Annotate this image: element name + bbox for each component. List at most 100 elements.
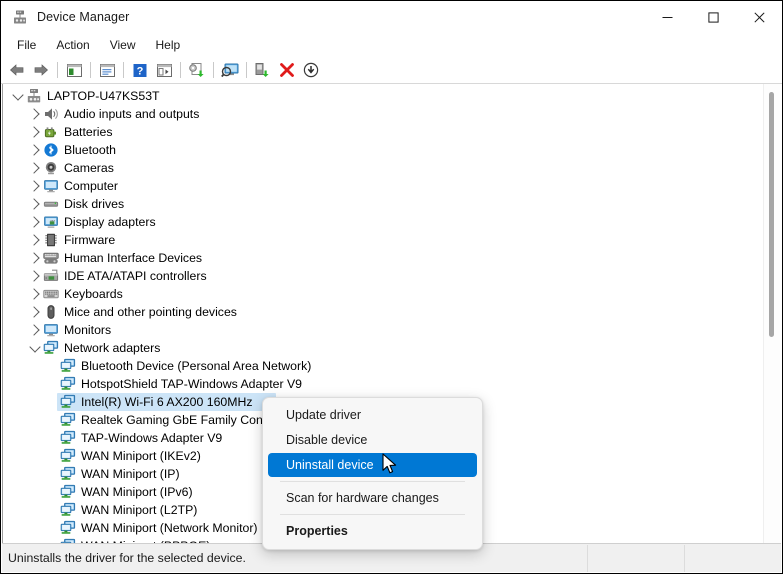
- tree-twisty-closed[interactable]: [27, 141, 43, 159]
- tree-row-label: Firmware: [64, 233, 119, 247]
- minimize-button[interactable]: [644, 1, 690, 33]
- device-manager-icon: [12, 9, 28, 25]
- tree-row-label: Human Interface Devices: [64, 251, 206, 265]
- disk-drive-icon: [43, 196, 59, 212]
- tree-twisty-closed[interactable]: [27, 213, 43, 231]
- tree-twisty-closed[interactable]: [27, 285, 43, 303]
- tree-row[interactable]: Disk drives: [3, 195, 764, 213]
- tree-row-label: Audio inputs and outputs: [64, 107, 203, 121]
- tree-row-label: HotspotShield TAP-Windows Adapter V9: [81, 377, 306, 391]
- computer-root-icon: [26, 88, 42, 104]
- tree-row[interactable]: IDE ATA/ATAPI controllers: [3, 267, 764, 285]
- tree-twisty-closed[interactable]: [27, 123, 43, 141]
- back-icon[interactable]: [5, 59, 29, 81]
- toolbar-separator: [213, 62, 214, 78]
- keyboard-icon: [43, 286, 59, 302]
- tree-twisty-closed[interactable]: [27, 105, 43, 123]
- context-menu-item[interactable]: Uninstall device: [268, 453, 477, 477]
- uninstall-device-icon[interactable]: [275, 59, 299, 81]
- tree-row-label: Monitors: [64, 323, 115, 337]
- tree-twisty-closed[interactable]: [27, 177, 43, 195]
- toolbar-separator: [246, 62, 247, 78]
- tree-row[interactable]: Batteries: [3, 123, 764, 141]
- tree-row-label: WAN Miniport (L2TP): [81, 503, 201, 517]
- tree-twisty-closed[interactable]: [27, 231, 43, 249]
- menu-help[interactable]: Help: [146, 35, 191, 55]
- vertical-scrollbar[interactable]: [763, 84, 780, 544]
- tree-twisty-open[interactable]: [27, 339, 43, 357]
- tree-row-label: WAN Miniport (Network Monitor): [81, 521, 262, 535]
- show-hide-console-tree-icon[interactable]: [62, 59, 86, 81]
- tree-twisty-placeholder: [44, 447, 60, 465]
- tree-twisty-closed[interactable]: [27, 249, 43, 267]
- close-button[interactable]: [736, 1, 782, 33]
- tree-row-label: Bluetooth Device (Personal Area Network): [81, 359, 315, 373]
- tree-twisty-placeholder: [44, 411, 60, 429]
- tree-row[interactable]: LAPTOP-U47KS53T: [3, 87, 764, 105]
- tree-row-label: WAN Miniport (IPv6): [81, 485, 197, 499]
- network-adapter-icon: [60, 376, 76, 392]
- tree-row[interactable]: Bluetooth: [3, 141, 764, 159]
- menu-action[interactable]: Action: [46, 35, 99, 55]
- title-bar: Device Manager: [1, 1, 782, 33]
- tree-row[interactable]: Computer: [3, 177, 764, 195]
- toolbar: ?: [1, 57, 782, 84]
- tree-row-label: IDE ATA/ATAPI controllers: [64, 269, 211, 283]
- tree-twisty-placeholder: [44, 465, 60, 483]
- tree-row-label: Disk drives: [64, 197, 128, 211]
- monitor-icon: [43, 322, 59, 338]
- network-adapter-icon: [60, 448, 76, 464]
- scan-for-hardware-changes-icon[interactable]: [218, 59, 242, 81]
- device-manager-window: Device Manager File Action View Help: [0, 0, 783, 574]
- tree-twisty-closed[interactable]: [27, 159, 43, 177]
- toolbar-separator: [57, 62, 58, 78]
- maximize-button[interactable]: [690, 1, 736, 33]
- context-menu-item[interactable]: Disable device: [268, 428, 477, 452]
- disable-device-icon[interactable]: [299, 59, 323, 81]
- view-icon[interactable]: [152, 59, 176, 81]
- properties-icon[interactable]: [95, 59, 119, 81]
- network-adapter-icon: [60, 484, 76, 500]
- tree-row[interactable]: Display adapters: [3, 213, 764, 231]
- tree-twisty-placeholder: [44, 429, 60, 447]
- window-controls: [644, 1, 782, 33]
- tree-twisty-closed[interactable]: [27, 267, 43, 285]
- help-icon[interactable]: ?: [128, 59, 152, 81]
- tree-row[interactable]: Network adapters: [3, 339, 764, 357]
- tree-row[interactable]: Keyboards: [3, 285, 764, 303]
- update-driver-icon[interactable]: [185, 59, 209, 81]
- tree-row[interactable]: Bluetooth Device (Personal Area Network): [3, 357, 764, 375]
- tree-twisty-placeholder: [44, 519, 60, 537]
- tree-row[interactable]: Mice and other pointing devices: [3, 303, 764, 321]
- tree-row[interactable]: HotspotShield TAP-Windows Adapter V9: [3, 375, 764, 393]
- tree-twisty-open[interactable]: [10, 87, 26, 105]
- tree-row[interactable]: Human Interface Devices: [3, 249, 764, 267]
- tree-twisty-closed[interactable]: [27, 195, 43, 213]
- window-title: Device Manager: [37, 10, 129, 24]
- tree-row[interactable]: Monitors: [3, 321, 764, 339]
- context-menu[interactable]: Update driverDisable deviceUninstall dev…: [262, 397, 483, 550]
- network-adapter-icon: [60, 394, 76, 410]
- tree-twisty-closed[interactable]: [27, 321, 43, 339]
- scrollbar-thumb[interactable]: [769, 92, 774, 337]
- tree-row[interactable]: Firmware: [3, 231, 764, 249]
- tree-twisty-closed[interactable]: [27, 303, 43, 321]
- display-adapter-icon: [43, 214, 59, 230]
- forward-icon[interactable]: [29, 59, 53, 81]
- network-adapter-icon: [60, 466, 76, 482]
- monitor-icon: [43, 178, 59, 194]
- menu-view[interactable]: View: [100, 35, 146, 55]
- tree-row[interactable]: Audio inputs and outputs: [3, 105, 764, 123]
- tree-row-label: LAPTOP-U47KS53T: [47, 89, 164, 103]
- tree-row-label: WAN Miniport (IP): [81, 467, 184, 481]
- context-menu-separator: [280, 481, 465, 482]
- context-menu-item[interactable]: Update driver: [268, 403, 477, 427]
- context-menu-item[interactable]: Properties: [268, 519, 477, 543]
- context-menu-item[interactable]: Scan for hardware changes: [268, 486, 477, 510]
- menu-file[interactable]: File: [7, 35, 46, 55]
- enable-device-icon[interactable]: [251, 59, 275, 81]
- status-divider: [587, 545, 588, 572]
- toolbar-separator: [180, 62, 181, 78]
- tree-row[interactable]: Cameras: [3, 159, 764, 177]
- tree-row-label: Batteries: [64, 125, 117, 139]
